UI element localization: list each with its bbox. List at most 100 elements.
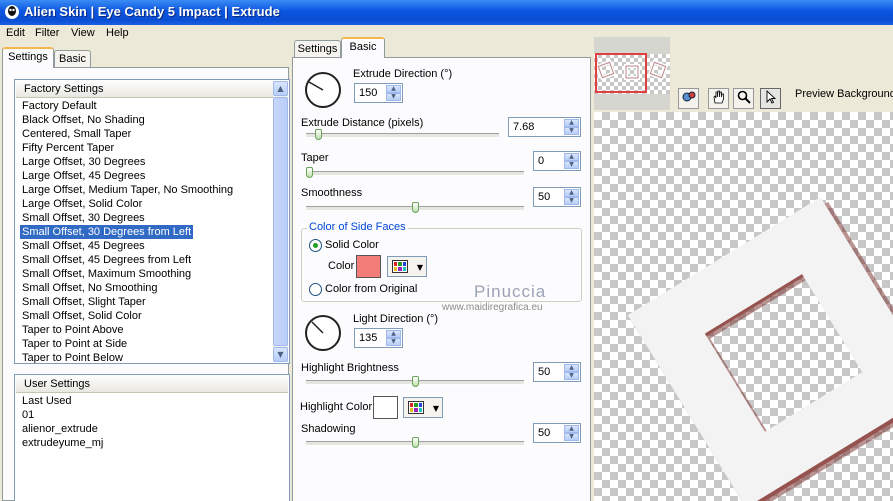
highlight-brightness-slider[interactable] (412, 376, 419, 387)
menu-help[interactable]: Help (106, 27, 129, 39)
tab-basic-mid[interactable]: Basic (341, 37, 385, 58)
zoom-icon[interactable] (733, 88, 754, 109)
preview-background-label[interactable]: Preview Background (795, 88, 893, 100)
extrude-distance-track[interactable] (306, 133, 499, 138)
factory-setting-item[interactable]: Small Offset, Slight Taper (20, 295, 148, 309)
scroll-down-icon[interactable]: ▼ (273, 347, 288, 362)
taper-label: Taper (301, 152, 329, 164)
solid-color-label[interactable]: Solid Color (325, 239, 379, 251)
watermark-name: Pinuccia (474, 282, 547, 301)
extrude-distance-input[interactable] (511, 120, 564, 134)
spin-down-icon[interactable]: ▼ (564, 197, 579, 205)
smoothness-slider[interactable] (412, 202, 419, 213)
spin-down-icon[interactable]: ▼ (386, 93, 401, 101)
preview-canvas[interactable] (594, 112, 893, 501)
highlight-color-label: Highlight Color (300, 401, 373, 413)
tab-settings-left[interactable]: Settings (2, 47, 54, 68)
menu-filter[interactable]: Filter (35, 27, 59, 39)
factory-settings-list[interactable]: Factory Settings Factory Default Black Of… (14, 79, 290, 364)
factory-setting-item[interactable]: Large Offset, 45 Degrees (20, 169, 147, 183)
factory-setting-item[interactable]: Small Offset, 30 Degrees from Left (20, 225, 194, 239)
color-from-original-radio[interactable] (309, 283, 322, 296)
spin-down-icon[interactable]: ▼ (386, 338, 401, 346)
factory-setting-item[interactable]: Taper to Point at Side (20, 337, 129, 351)
spin-up-icon[interactable]: ▲ (564, 425, 579, 433)
extrude-direction-input[interactable] (357, 86, 386, 100)
arrow-pointer-icon[interactable] (760, 88, 781, 109)
extrude-distance-slider[interactable] (315, 129, 322, 140)
factory-setting-item[interactable]: Small Offset, 45 Degrees (20, 239, 147, 253)
spin-down-icon[interactable]: ▼ (564, 161, 579, 169)
taper-track[interactable] (306, 171, 524, 176)
spin-up-icon[interactable]: ▲ (386, 330, 401, 338)
user-setting-item[interactable]: extrudeyume_mj (20, 436, 105, 450)
extrude-direction-label: Extrude Direction (°) (353, 68, 453, 80)
extrude-distance-label: Extrude Distance (pixels) (301, 117, 424, 129)
spin-down-icon[interactable]: ▼ (564, 372, 579, 380)
tab-basic-left[interactable]: Basic (54, 50, 91, 68)
taper-spinner[interactable]: ▲▼ (533, 151, 581, 171)
spin-up-icon[interactable]: ▲ (386, 85, 401, 93)
shadowing-input[interactable] (536, 426, 564, 440)
taper-input[interactable] (536, 154, 564, 168)
user-setting-item[interactable]: alienor_extrude (20, 422, 100, 436)
factory-setting-item[interactable]: Large Offset, Solid Color (20, 197, 144, 211)
factory-setting-item[interactable]: Factory Default (20, 99, 99, 113)
factory-settings-header: Factory Settings (16, 81, 273, 98)
extrude-direction-spinner[interactable]: ▲▼ (354, 83, 403, 103)
navigator-thumbnail[interactable] (594, 37, 670, 110)
factory-setting-item[interactable]: Centered, Small Taper (20, 127, 133, 141)
menu-bar: Edit Filter View Help (0, 25, 893, 43)
factory-setting-item[interactable]: Fifty Percent Taper (20, 141, 116, 155)
factory-list-scrollbar[interactable]: ▲ ▼ (273, 81, 288, 362)
factory-setting-item[interactable]: Small Offset, Maximum Smoothing (20, 267, 193, 281)
light-direction-input[interactable] (357, 331, 386, 345)
user-setting-item[interactable]: Last Used (20, 394, 74, 408)
tab-settings-mid[interactable]: Settings (294, 40, 341, 58)
factory-setting-item[interactable]: Small Offset, 45 Degrees from Left (20, 253, 193, 267)
navigator-viewport-box[interactable] (595, 53, 647, 93)
factory-setting-item[interactable]: Taper to Point Below (20, 351, 125, 363)
highlight-brightness-input[interactable] (536, 365, 564, 379)
factory-setting-item[interactable]: Small Offset, No Smoothing (20, 281, 160, 295)
factory-setting-item[interactable]: Black Offset, No Shading (20, 113, 147, 127)
extrude-direction-dial[interactable] (305, 72, 341, 108)
highlight-color-picker[interactable]: ▼ (403, 397, 443, 418)
highlight-brightness-spinner[interactable]: ▲▼ (533, 362, 581, 382)
taper-slider[interactable] (306, 167, 313, 178)
menu-view[interactable]: View (71, 27, 95, 39)
scroll-up-icon[interactable]: ▲ (273, 81, 288, 96)
extrude-distance-spinner[interactable]: ▲▼ (508, 117, 581, 137)
shadowing-label: Shadowing (301, 423, 356, 435)
factory-setting-item[interactable]: Small Offset, Solid Color (20, 309, 144, 323)
color-from-original-label[interactable]: Color from Original (325, 283, 417, 295)
side-color-picker[interactable]: ▼ (387, 256, 427, 277)
light-direction-spinner[interactable]: ▲▼ (354, 328, 403, 348)
highlight-brightness-label: Highlight Brightness (301, 362, 399, 374)
spin-up-icon[interactable]: ▲ (564, 119, 579, 127)
spin-up-icon[interactable]: ▲ (564, 153, 579, 161)
hand-icon[interactable] (708, 88, 729, 109)
spin-up-icon[interactable]: ▲ (564, 189, 579, 197)
smoothness-spinner[interactable]: ▲▼ (533, 187, 581, 207)
user-setting-item[interactable]: 01 (20, 408, 36, 422)
scroll-thumb[interactable] (273, 97, 288, 346)
factory-setting-item[interactable]: Large Offset, 30 Degrees (20, 155, 147, 169)
spin-down-icon[interactable]: ▼ (564, 127, 579, 135)
factory-setting-item[interactable]: Taper to Point Above (20, 323, 126, 337)
side-color-swatch[interactable] (356, 255, 381, 278)
solid-color-radio[interactable] (309, 239, 322, 252)
spin-down-icon[interactable]: ▼ (564, 433, 579, 441)
factory-setting-item[interactable]: Large Offset, Medium Taper, No Smoothing (20, 183, 235, 197)
highlight-color-swatch[interactable] (373, 396, 398, 419)
light-direction-dial[interactable] (305, 315, 341, 351)
user-settings-list[interactable]: User Settings Last Used 01 alienor_extrude… (14, 374, 290, 501)
zoom-toggle-icon[interactable] (678, 88, 699, 109)
menu-edit[interactable]: Edit (6, 27, 25, 39)
spin-up-icon[interactable]: ▲ (564, 364, 579, 372)
shadowing-spinner[interactable]: ▲▼ (533, 423, 581, 443)
smoothness-input[interactable] (536, 190, 564, 204)
shadowing-slider[interactable] (412, 437, 419, 448)
factory-setting-item[interactable]: Small Offset, 30 Degrees (20, 211, 147, 225)
palette-icon (392, 260, 408, 273)
